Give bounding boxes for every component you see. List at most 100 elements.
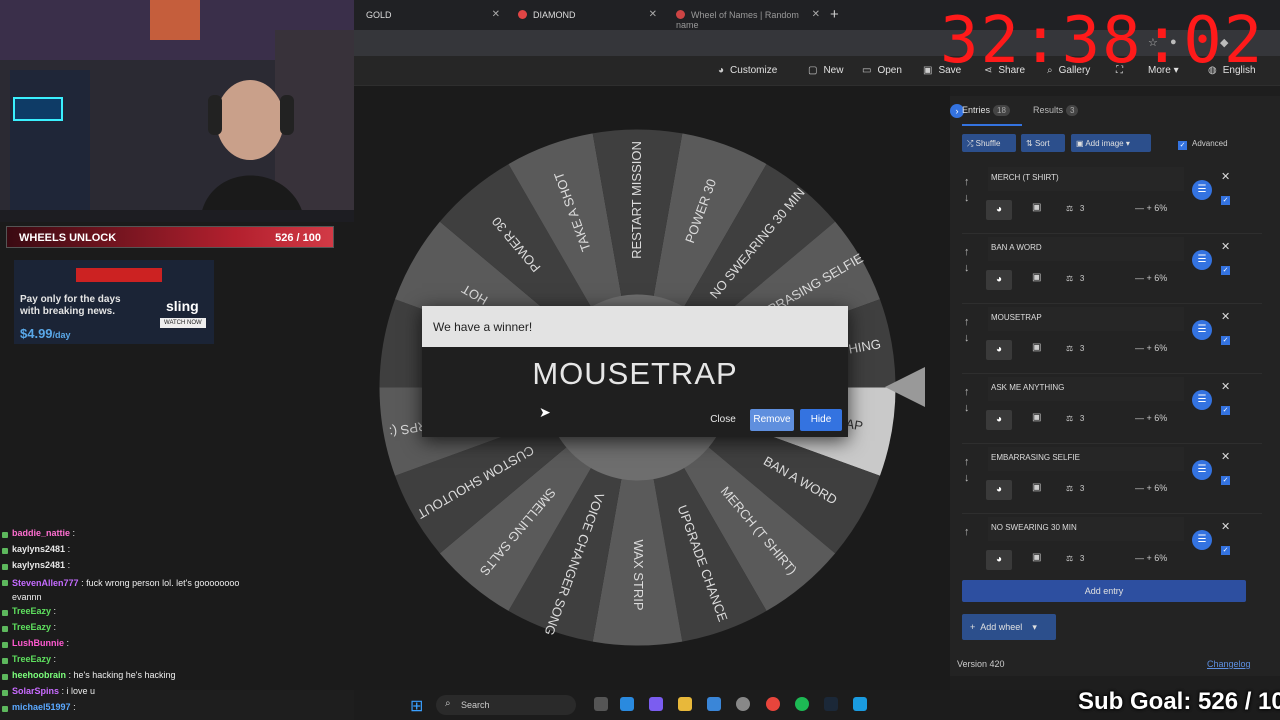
browser-tab-gold[interactable]: GOLD ✕	[356, 4, 506, 28]
tab-entries[interactable]: Entries 18	[962, 105, 1010, 116]
task-view-icon[interactable]	[594, 697, 608, 711]
minus-icon[interactable]: —	[1135, 553, 1144, 563]
close-icon[interactable]: ✕	[1221, 380, 1230, 393]
weight-stepper[interactable]: — + 6%	[1135, 553, 1167, 563]
entry-settings-icon[interactable]: ☰	[1192, 320, 1212, 340]
browser-tab-wheel[interactable]: Wheel of Names | Random name ✕	[666, 4, 826, 30]
reorder-arrows-icon[interactable]: ↑ ↓	[964, 174, 970, 206]
close-icon[interactable]: ✕	[1221, 240, 1230, 253]
weight-stepper[interactable]: — + 6%	[1135, 343, 1167, 353]
entry-enabled-checkbox[interactable]: ✓	[1221, 328, 1235, 346]
weight-field[interactable]: ⚖ 3	[1066, 344, 1084, 353]
customize-button[interactable]: ◕ Customize	[718, 65, 777, 76]
image-icon[interactable]: ▣	[1032, 272, 1041, 283]
weight-stepper[interactable]: — + 6%	[1135, 483, 1167, 493]
entry-settings-icon[interactable]: ☰	[1192, 250, 1212, 270]
ad-watch-now[interactable]: WATCH NOW	[160, 318, 206, 328]
checkbox-icon[interactable]: ✓	[1178, 141, 1187, 150]
entry-settings-icon[interactable]: ☰	[1192, 530, 1212, 550]
entry-text-field[interactable]: MERCH (T SHIRT)	[988, 167, 1184, 191]
entry-enabled-checkbox[interactable]: ✓	[1221, 258, 1235, 276]
weight-stepper[interactable]: — + 6%	[1135, 203, 1167, 213]
advertisement[interactable]: Pay only for the days with breaking news…	[14, 260, 214, 344]
image-icon[interactable]: ▣	[1032, 202, 1041, 213]
advanced-toggle[interactable]: ✓ Advanced	[1178, 139, 1228, 150]
chrome-icon[interactable]	[766, 697, 780, 711]
chat-username[interactable]: baddie_nattie	[12, 528, 70, 538]
copilot-icon[interactable]	[649, 697, 663, 711]
weight-field[interactable]: ⚖ 3	[1066, 414, 1084, 423]
weight-field[interactable]: ⚖ 3	[1066, 554, 1084, 563]
palette-icon[interactable]: ◕	[986, 550, 1012, 570]
plus-icon[interactable]: +	[1147, 343, 1152, 353]
close-icon[interactable]: ✕	[1221, 170, 1230, 183]
entry-enabled-checkbox[interactable]: ✓	[1221, 188, 1235, 206]
add-image-button[interactable]: ▣ Add image ▾	[1071, 134, 1151, 152]
add-entry-button[interactable]: Add entry	[962, 580, 1246, 602]
store-icon[interactable]	[707, 697, 721, 711]
chat-username[interactable]: heehoobrain	[12, 670, 66, 680]
close-icon[interactable]: ✕	[649, 9, 657, 20]
entry-text-field[interactable]: ASK ME ANYTHING	[988, 377, 1184, 401]
new-tab-icon[interactable]: +	[830, 6, 839, 23]
file-explorer-icon[interactable]	[678, 697, 692, 711]
changelog-link[interactable]: Changelog	[1207, 659, 1251, 669]
minus-icon[interactable]: —	[1135, 413, 1144, 423]
minus-icon[interactable]: —	[1135, 483, 1144, 493]
steam-icon[interactable]	[824, 697, 838, 711]
chat-username[interactable]: kaylyns2481	[12, 544, 65, 554]
open-button[interactable]: ▭ Open	[862, 65, 902, 76]
close-icon[interactable]: ✕	[1221, 520, 1230, 533]
close-button[interactable]: Close	[705, 409, 741, 431]
chat-username[interactable]: TreeEazy	[12, 622, 51, 632]
chat-username[interactable]: michael51997	[12, 702, 71, 712]
image-icon[interactable]: ▣	[1032, 482, 1041, 493]
image-icon[interactable]: ▣	[1032, 342, 1041, 353]
weight-field[interactable]: ⚖ 3	[1066, 484, 1084, 493]
windows-start-icon[interactable]: ⊞	[410, 696, 423, 716]
chat-username[interactable]: SolarSpins	[12, 686, 59, 696]
entry-settings-icon[interactable]: ☰	[1192, 460, 1212, 480]
chat-username[interactable]: TreeEazy	[12, 654, 51, 664]
new-button[interactable]: ▢ New	[808, 65, 843, 76]
browser-tab-diamond[interactable]: DIAMOND ✕	[508, 4, 663, 28]
palette-icon[interactable]: ◕	[986, 200, 1012, 220]
weight-stepper[interactable]: — + 6%	[1135, 273, 1167, 283]
tab-results[interactable]: Results 3	[1033, 105, 1079, 116]
taskbar-search[interactable]: ⌕ Search	[436, 695, 576, 715]
edge-active-icon[interactable]	[853, 697, 867, 711]
chat-username[interactable]: StevenAllen777	[12, 578, 79, 588]
minus-icon[interactable]: —	[1135, 343, 1144, 353]
remove-button[interactable]: Remove	[750, 409, 794, 431]
plus-icon[interactable]: +	[1147, 483, 1152, 493]
minus-icon[interactable]: —	[1135, 203, 1144, 213]
plus-icon[interactable]: +	[1147, 273, 1152, 283]
chat-username[interactable]: kaylyns2481	[12, 560, 65, 570]
image-icon[interactable]: ▣	[1032, 412, 1041, 423]
reorder-arrows-icon[interactable]: ↑ ↓	[964, 384, 970, 416]
entry-settings-icon[interactable]: ☰	[1192, 180, 1212, 200]
hide-button[interactable]: Hide	[800, 409, 842, 431]
weight-field[interactable]: ⚖ 3	[1066, 274, 1084, 283]
palette-icon[interactable]: ◕	[986, 340, 1012, 360]
sort-button[interactable]: ⇅ Sort	[1021, 134, 1065, 152]
reorder-arrows-icon[interactable]: ↑	[964, 524, 970, 540]
close-icon[interactable]: ✕	[1221, 310, 1230, 323]
palette-icon[interactable]: ◕	[986, 480, 1012, 500]
reorder-arrows-icon[interactable]: ↑ ↓	[964, 244, 970, 276]
reorder-arrows-icon[interactable]: ↑ ↓	[964, 314, 970, 346]
palette-icon[interactable]: ◕	[986, 270, 1012, 290]
entry-enabled-checkbox[interactable]: ✓	[1221, 468, 1235, 486]
weight-field[interactable]: ⚖ 3	[1066, 204, 1084, 213]
spotify-icon[interactable]	[795, 697, 809, 711]
entry-text-field[interactable]: NO SWEARING 30 MIN	[988, 517, 1184, 541]
entry-text-field[interactable]: EMBARRASING SELFIE	[988, 447, 1184, 471]
edge-icon[interactable]	[620, 697, 634, 711]
chat-username[interactable]: LushBunnie	[12, 638, 64, 648]
entry-enabled-checkbox[interactable]: ✓	[1221, 398, 1235, 416]
close-icon[interactable]: ✕	[1221, 450, 1230, 463]
entry-settings-icon[interactable]: ☰	[1192, 390, 1212, 410]
image-icon[interactable]: ▣	[1032, 552, 1041, 563]
shuffle-button[interactable]: ⤮ Shuffle	[962, 134, 1016, 152]
palette-icon[interactable]: ◕	[986, 410, 1012, 430]
